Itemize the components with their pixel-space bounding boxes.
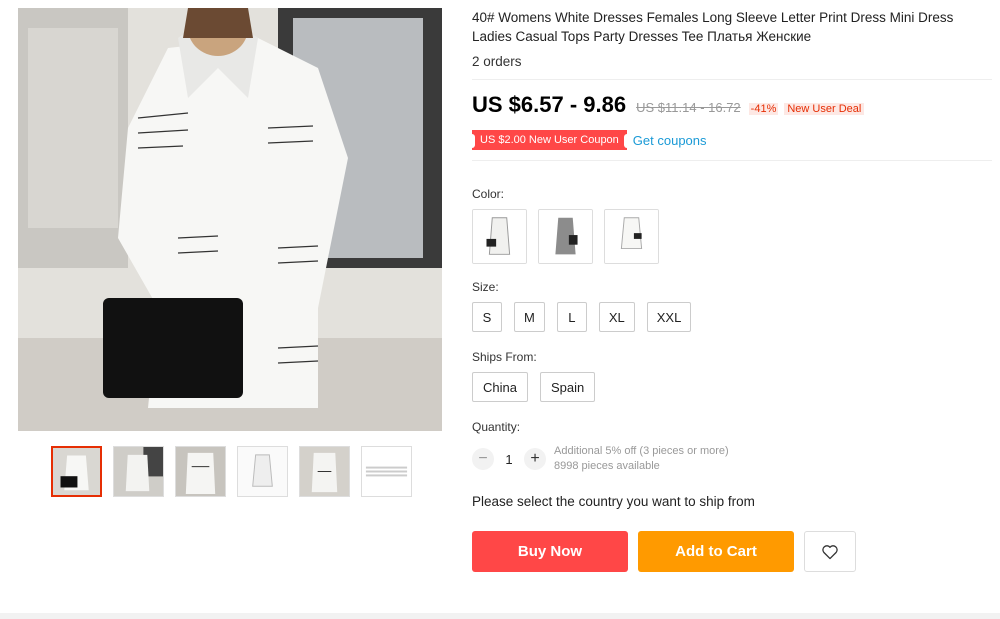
quantity-stepper: − 1 + Additional 5% off (3 pieces or mor… xyxy=(472,444,992,474)
new-user-deal-badge: New User Deal xyxy=(784,103,865,115)
thumb-front-view-icon xyxy=(53,448,100,495)
color-swatch-3[interactable] xyxy=(604,209,659,264)
thumbnail-3[interactable] xyxy=(175,446,226,497)
quantity-minus-button[interactable]: − xyxy=(472,448,494,470)
quantity-plus-button[interactable]: + xyxy=(524,448,546,470)
divider xyxy=(472,79,992,80)
bulk-discount-note: Additional 5% off (3 pieces or more) xyxy=(554,445,729,457)
size-option-xxl[interactable]: XXL xyxy=(646,302,692,332)
thumb-full-view-icon xyxy=(238,447,287,496)
order-count: 2 orders xyxy=(472,54,522,69)
stock-available: 8998 pieces available xyxy=(554,460,660,472)
size-label: Size: xyxy=(472,280,499,294)
buy-now-button[interactable]: Buy Now xyxy=(472,531,628,572)
thumb-back-view-icon xyxy=(300,447,349,496)
color-swatch-2[interactable] xyxy=(538,209,593,264)
get-coupons-link[interactable]: Get coupons xyxy=(633,133,707,148)
thumb-size-chart-icon xyxy=(362,447,411,496)
ships-from-options: China Spain xyxy=(472,372,992,402)
wishlist-button[interactable] xyxy=(804,531,856,572)
color-swatch-1[interactable] xyxy=(472,209,527,264)
action-buttons: Buy Now Add to Cart xyxy=(472,531,992,572)
thumbnail-1[interactable] xyxy=(51,446,102,497)
price-row: US $6.57 - 9.86 US $11.14 - 16.72 -41% N… xyxy=(472,92,992,118)
thumbnail-5[interactable] xyxy=(299,446,350,497)
thumbnail-2[interactable] xyxy=(113,446,164,497)
thumb-detail-view-icon xyxy=(176,447,225,496)
current-price: US $6.57 - 9.86 xyxy=(472,92,627,117)
product-title: 40# Womens White Dresses Females Long Sl… xyxy=(472,10,954,44)
thumb-side-view-icon xyxy=(114,447,163,496)
thumbnail-6[interactable] xyxy=(361,446,412,497)
product-info: 40# Womens White Dresses Females Long Sl… xyxy=(469,8,992,572)
swatch-grey-print-icon xyxy=(539,210,592,263)
quantity-label: Quantity: xyxy=(472,420,521,434)
size-options: S M L XL XXL xyxy=(472,302,992,332)
size-option-l[interactable]: L xyxy=(556,302,587,332)
ships-from-label: Ships From: xyxy=(472,350,537,364)
coupon-row: US $2.00 New User Coupon Get coupons xyxy=(469,130,992,150)
shipping-country-note: Please select the country you want to sh… xyxy=(472,494,755,509)
main-product-image[interactable] xyxy=(18,8,442,431)
size-option-m[interactable]: M xyxy=(514,302,545,332)
thumbnail-4[interactable] xyxy=(237,446,288,497)
original-price: US $11.14 - 16.72 xyxy=(636,100,741,115)
quantity-value[interactable]: 1 xyxy=(494,452,524,467)
discount-badge: -41% xyxy=(748,103,779,115)
ships-from-china[interactable]: China xyxy=(472,372,528,402)
size-option-xl[interactable]: XL xyxy=(598,302,635,332)
size-option-s[interactable]: S xyxy=(472,302,502,332)
quantity-info: Additional 5% off (3 pieces or more) 899… xyxy=(554,444,729,474)
divider xyxy=(472,160,992,161)
swatch-white-print-icon xyxy=(473,210,526,263)
thumbnail-strip xyxy=(51,446,412,497)
heart-icon xyxy=(822,544,838,559)
ships-from-spain[interactable]: Spain xyxy=(539,372,596,402)
color-label: Color: xyxy=(472,187,505,201)
swatch-white-mini-icon xyxy=(605,210,658,263)
product-photo-icon xyxy=(18,8,442,431)
page-bottom-divider xyxy=(0,613,1000,619)
add-to-cart-button[interactable]: Add to Cart xyxy=(638,531,794,572)
new-user-coupon[interactable]: US $2.00 New User Coupon xyxy=(469,130,630,150)
color-swatches xyxy=(472,209,992,264)
